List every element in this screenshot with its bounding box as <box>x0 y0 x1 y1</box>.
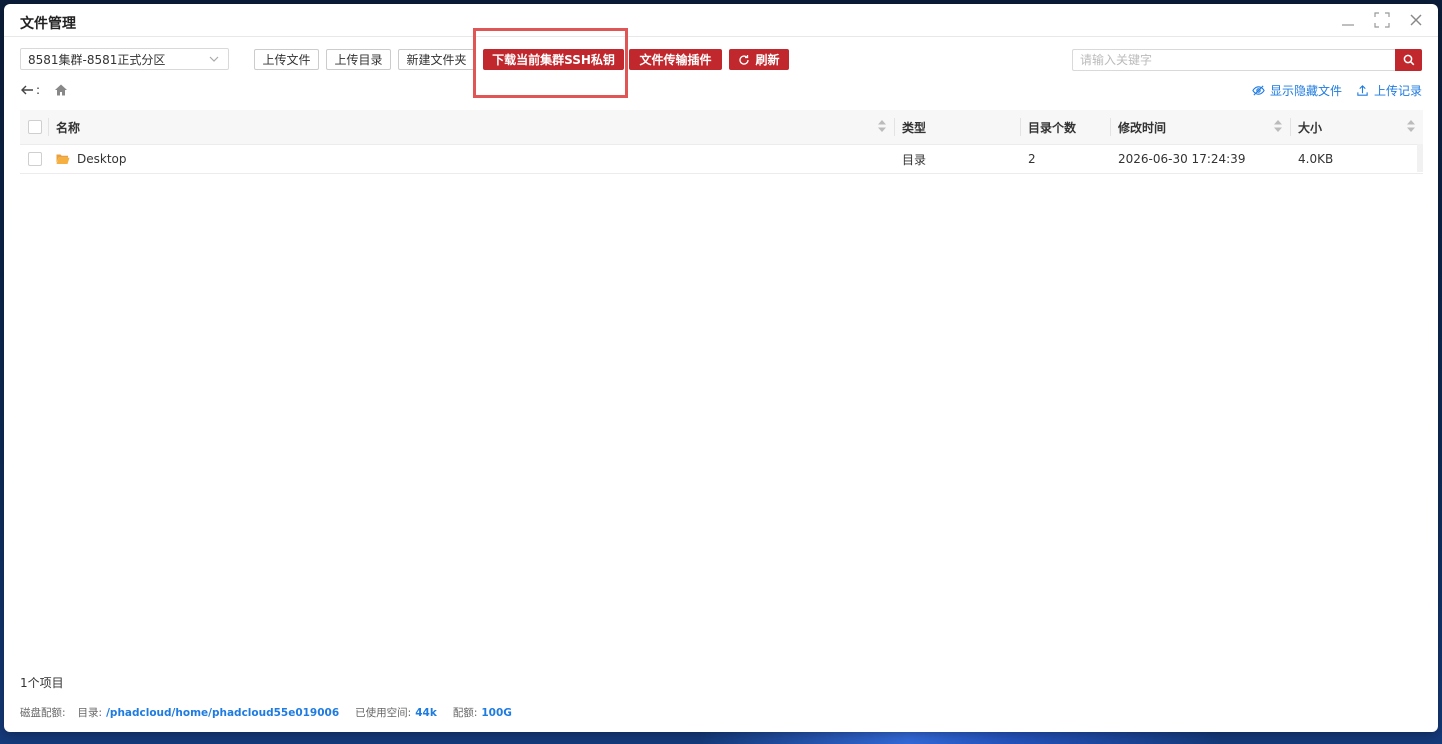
home-icon <box>55 84 67 96</box>
view-links: 显示隐藏文件 上传记录 <box>1252 82 1422 99</box>
cluster-select[interactable]: 8581集群-8581正式分区 <box>20 48 229 70</box>
header-size-label: 大小 <box>1298 120 1323 135</box>
row-size: 4.0KB <box>1298 152 1334 166</box>
show-hidden-files-label: 显示隐藏文件 <box>1269 84 1342 98</box>
title-bar: 文件管理 <box>4 4 1438 37</box>
row-name-cell: Desktop <box>48 145 894 173</box>
minimize-button[interactable] <box>1338 10 1358 30</box>
row-checkbox[interactable] <box>28 152 42 166</box>
close-button[interactable] <box>1406 10 1426 30</box>
header-type-label: 类型 <box>902 120 927 135</box>
upload-history-link[interactable]: 上传记录 <box>1356 82 1422 99</box>
search-box <box>1072 49 1422 71</box>
chevron-down-icon <box>209 56 219 62</box>
select-all-checkbox[interactable] <box>28 120 42 134</box>
header-dir-count: 目录个数 <box>1020 110 1110 144</box>
disk-quota-info: 磁盘配额: 目录: /phadcloud/home/phadcloud55e01… <box>20 705 524 720</box>
folder-open-icon <box>56 154 70 164</box>
header-checkbox-cell <box>20 110 48 144</box>
toolbar: 8581集群-8581正式分区 上传文件 上传目录 新建文件夹 下载当前集群SS… <box>20 48 1422 72</box>
search-icon <box>1403 54 1414 66</box>
quota-value: 100G <box>481 706 512 719</box>
home-button[interactable] <box>54 83 68 100</box>
background-streak <box>700 732 1220 744</box>
item-count: 1个项目 <box>20 676 64 690</box>
back-button[interactable]: : <box>20 83 40 97</box>
window-title: 文件管理 <box>20 16 76 32</box>
search-button[interactable] <box>1395 49 1422 71</box>
row-name: Desktop <box>77 152 127 166</box>
window-controls <box>1338 10 1426 30</box>
header-size[interactable]: 大小 <box>1290 110 1423 144</box>
upload-file-button[interactable]: 上传文件 <box>254 49 319 70</box>
download-ssh-key-button[interactable]: 下载当前集群SSH私钥 <box>483 49 624 70</box>
new-folder-button[interactable]: 新建文件夹 <box>398 49 475 70</box>
search-input[interactable] <box>1072 49 1395 71</box>
row-dir-count: 2 <box>1028 152 1036 166</box>
row-type: 目录 <box>902 152 927 167</box>
refresh-button[interactable]: 刷新 <box>729 49 789 70</box>
cluster-select-value: 8581集群-8581正式分区 <box>28 52 166 67</box>
quota-title: 磁盘配额: <box>20 707 66 719</box>
upload-icon <box>1357 85 1368 96</box>
breadcrumb-separator: : <box>36 83 41 97</box>
upload-dir-button[interactable]: 上传目录 <box>326 49 391 70</box>
file-manager-window: 文件管理 8581集群-8581正式分区 上传文件 上传目录 新建文件夹 下载当… <box>4 4 1438 732</box>
folder-link[interactable]: Desktop <box>56 152 127 166</box>
row-mtime: 2026-06-30 17:24:39 <box>1118 152 1246 166</box>
refresh-icon <box>739 54 750 65</box>
sort-icon <box>878 120 886 132</box>
upload-history-label: 上传记录 <box>1373 84 1422 98</box>
footer: 1个项目 磁盘配额: 目录: /phadcloud/home/phadcloud… <box>20 674 524 720</box>
sort-icon <box>1274 120 1282 132</box>
maximize-button[interactable] <box>1372 10 1392 30</box>
quota-value-label: 配额: <box>452 707 478 719</box>
table-header: 名称 类型 目录个数 修改时间 大小 <box>20 110 1423 145</box>
header-name[interactable]: 名称 <box>48 110 894 144</box>
dir-label: 目录: <box>77 707 103 719</box>
minimize-icon <box>1342 24 1354 26</box>
dir-value: /phadcloud/home/phadcloud55e019006 <box>106 706 340 719</box>
header-dir-count-label: 目录个数 <box>1028 120 1077 135</box>
refresh-label: 刷新 <box>755 53 780 67</box>
navigation-row: : 显示隐藏文件 上传记录 <box>20 82 1422 102</box>
header-name-label: 名称 <box>56 120 81 135</box>
header-mtime-label: 修改时间 <box>1118 120 1167 135</box>
header-type: 类型 <box>894 110 1020 144</box>
row-checkbox-cell <box>20 145 48 173</box>
header-mtime[interactable]: 修改时间 <box>1110 110 1290 144</box>
eye-slash-icon <box>1252 85 1265 96</box>
table-scrollbar[interactable] <box>1417 144 1423 172</box>
file-table: 名称 类型 目录个数 修改时间 大小 Desktop 目录 2 2026-06-… <box>20 110 1423 174</box>
show-hidden-files-link[interactable]: 显示隐藏文件 <box>1252 82 1342 99</box>
close-icon <box>1410 14 1422 26</box>
used-value: 44k <box>415 706 437 719</box>
sort-icon <box>1407 120 1415 132</box>
fullscreen-icon <box>1374 12 1390 28</box>
transfer-plugin-button[interactable]: 文件传输插件 <box>629 49 722 70</box>
used-label: 已使用空间: <box>355 707 412 719</box>
table-row[interactable]: Desktop 目录 2 2026-06-30 17:24:39 4.0KB <box>20 145 1423 174</box>
arrow-left-icon <box>21 85 33 95</box>
